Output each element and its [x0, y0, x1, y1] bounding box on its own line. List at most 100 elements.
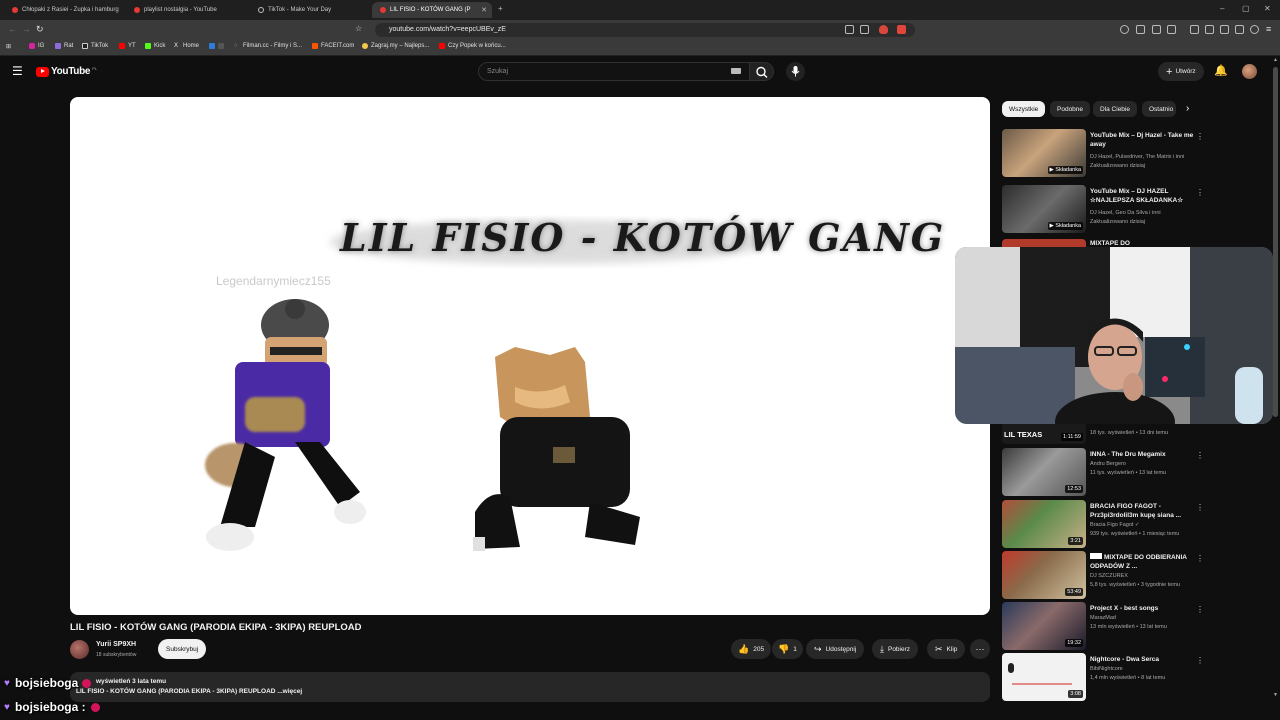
vpn-icon[interactable]: [1250, 25, 1259, 34]
more-vertical-icon[interactable]: ⋮: [1196, 656, 1204, 665]
recommendation-item[interactable]: LIL TEXAS 1:11:59 18 tys. wyświetleń • 1…: [1002, 424, 1202, 444]
more-vertical-icon[interactable]: ⋮: [1196, 188, 1204, 197]
bookmark-label: Czy Popek w końcu...: [448, 43, 506, 49]
brave-shield-icon[interactable]: [879, 25, 888, 34]
video-thumbnail: 3:08: [1002, 653, 1086, 701]
bookmark-yt[interactable]: YT: [119, 43, 136, 49]
more-vertical-icon[interactable]: ⋮: [1196, 554, 1204, 563]
filter-chip-related[interactable]: Podobne: [1050, 101, 1091, 117]
recommendation-item[interactable]: MIXTAPE DO: [1002, 239, 1202, 247]
cast-icon[interactable]: [845, 25, 854, 34]
filter-chip-all[interactable]: Wszystkie: [1002, 101, 1046, 117]
chevron-right-icon[interactable]: ›: [1186, 103, 1189, 114]
bookmark-star-icon[interactable]: ☆: [355, 24, 362, 33]
browser-tab[interactable]: Chłopaki z Rasiei - Zupka i hamburg: [4, 2, 122, 18]
extension-icon[interactable]: [1120, 25, 1129, 34]
extension-icon[interactable]: [1235, 25, 1244, 34]
recommendation-title: MIXTAPE DO: [1090, 240, 1130, 247]
maximize-icon[interactable]: ▢: [1242, 4, 1250, 13]
create-button[interactable]: + Utwórz: [1158, 62, 1204, 81]
extension-icon[interactable]: [1152, 25, 1161, 34]
clip-button[interactable]: ✂ Klip: [927, 639, 966, 659]
recommendation-channel: BibiNightcore: [1090, 666, 1123, 672]
hamburger-menu-icon[interactable]: ☰: [12, 64, 23, 78]
page-scrollbar[interactable]: ▲ ▼: [1273, 57, 1279, 700]
scroll-up-icon[interactable]: ▲: [1273, 57, 1278, 63]
recommendation-item[interactable]: 19:32 Project X - best songs MarazMad 13…: [1002, 602, 1204, 650]
browser-tab-active[interactable]: LIL FISIO - KOTÓW GANG (P ✕: [372, 2, 492, 18]
more-actions-button[interactable]: ⋯: [970, 639, 990, 659]
download-button[interactable]: ⤓ Pobierz: [872, 639, 919, 659]
recommendation-meta: 11 tys. wyświetleń • 13 lat temu: [1090, 470, 1167, 476]
recommendation-item[interactable]: 3:08 Nightcore - Dwa Serca BibiNightcore…: [1002, 653, 1204, 701]
more-vertical-icon[interactable]: ⋮: [1196, 132, 1204, 141]
rewards-icon[interactable]: [897, 25, 906, 34]
recommendation-item[interactable]: ▶ Składanka YouTube Mix – Dj Hazel - Tak…: [1002, 129, 1204, 177]
recommendation-item[interactable]: 3:21 BRACIA FIGO FAGOT - Prz3pi3rdolil3m…: [1002, 500, 1204, 548]
filter-chip-for-you[interactable]: Dla Ciebie: [1093, 101, 1137, 117]
channel-avatar[interactable]: [70, 640, 89, 659]
new-tab-icon[interactable]: +: [498, 4, 503, 13]
channel-name[interactable]: Yurii SP9XH: [96, 641, 136, 648]
recommendation-item[interactable]: ▶ Składanka YouTube Mix – DJ HAZEL ☆NAJL…: [1002, 185, 1204, 233]
video-overlay-title: LIL FISIO - KOTÓW GANG: [340, 215, 946, 260]
youtube-logo[interactable]: YouTube PL: [36, 66, 97, 77]
wallet-icon[interactable]: [1220, 25, 1229, 34]
dislike-button[interactable]: 👎 1: [772, 639, 803, 659]
more-vertical-icon[interactable]: ⋮: [1196, 503, 1204, 512]
bookmark-filman[interactable]: ◌ Filman.cc - Filmy i S...: [234, 43, 302, 49]
share-page-icon[interactable]: [860, 25, 869, 34]
url-field[interactable]: youtube.com/watch?v=eepcUBEv_zE: [375, 23, 915, 37]
bookmark-ig[interactable]: IG: [29, 43, 44, 49]
search-input[interactable]: Szukaj: [478, 62, 750, 81]
more-vertical-icon[interactable]: ⋮: [1196, 451, 1204, 460]
browser-tab[interactable]: playlist nostalgia - YouTube: [126, 2, 244, 18]
bookmark-rat[interactable]: Rat: [55, 43, 73, 49]
youtube-header: ☰ YouTube PL Szukaj + Utwórz 🔔: [0, 57, 1280, 87]
bookmark-kick[interactable]: Kick: [145, 43, 165, 49]
filter-chip-recent[interactable]: Ostatnio: [1142, 101, 1176, 117]
recommendation-item[interactable]: 53:49 MIXTAPE DO ODBIERANIA ODPADÓW Z ..…: [1002, 551, 1204, 599]
bookmark-home[interactable]: X Home: [174, 43, 199, 49]
youtube-play-icon: [36, 66, 49, 77]
youtube-icon: [134, 7, 140, 13]
scroll-down-icon[interactable]: ▼: [1273, 692, 1278, 698]
close-tab-icon[interactable]: ✕: [481, 6, 487, 14]
bookmark-popek[interactable]: Czy Popek w końcu...: [439, 43, 506, 49]
voice-search-button[interactable]: [786, 62, 805, 81]
extension-icon[interactable]: [1205, 25, 1214, 34]
share-button[interactable]: ↪ Udostępnij: [806, 639, 865, 659]
scrollbar-thumb[interactable]: [1273, 67, 1278, 417]
bookmark-faceit[interactable]: FACEIT.com: [312, 43, 354, 49]
bookmark-tiktok[interactable]: TikTok: [82, 43, 108, 49]
keyboard-icon[interactable]: [731, 68, 741, 74]
sidebar-icon[interactable]: [1190, 25, 1199, 34]
video-watermark: Legendarnymiecz155: [216, 274, 331, 288]
bookmark-folder[interactable]: [209, 43, 227, 49]
apps-icon[interactable]: ⊞: [6, 43, 11, 50]
browser-tab[interactable]: TikTok - Make Your Day: [250, 2, 368, 18]
extension-icon[interactable]: [1167, 25, 1176, 34]
more-vertical-icon[interactable]: ⋮: [1196, 605, 1204, 614]
bookmark-zagraj[interactable]: Zagraj.my – Najleps...: [362, 43, 429, 49]
back-icon[interactable]: ←: [8, 24, 17, 34]
recommendation-meta: 1,4 mln wyświetleń • 8 lat temu: [1090, 675, 1166, 681]
minimize-icon[interactable]: –: [1220, 4, 1224, 13]
reload-icon[interactable]: ↻: [36, 24, 44, 35]
forward-icon[interactable]: →: [22, 24, 31, 34]
tiktok-icon: [82, 43, 88, 49]
subscribe-button[interactable]: Subskrybuj: [158, 639, 207, 659]
search-button[interactable]: [750, 62, 774, 81]
extension-icon[interactable]: [1136, 25, 1145, 34]
like-button[interactable]: 👍 205: [731, 639, 772, 659]
video-thumbnail: 3:21: [1002, 500, 1086, 548]
avatar[interactable]: [1242, 64, 1257, 79]
notifications-bell-icon[interactable]: 🔔: [1214, 64, 1228, 77]
kick-icon: [145, 43, 151, 49]
menu-icon[interactable]: ≡: [1266, 24, 1271, 34]
video-player[interactable]: LIL FISIO - KOTÓW GANG Legendarnymiecz15…: [70, 97, 990, 615]
close-window-icon[interactable]: ✕: [1264, 4, 1271, 13]
tab-title: LIL FISIO - KOTÓW GANG (P: [390, 7, 471, 13]
recommendation-item[interactable]: 12:53 INNA - The Dru Megamix Andru Berge…: [1002, 448, 1204, 496]
bookmarks-bar: ⊞ IG Rat TikTok YT Kick X Home ◌ Filman.cc…: [0, 40, 1280, 56]
